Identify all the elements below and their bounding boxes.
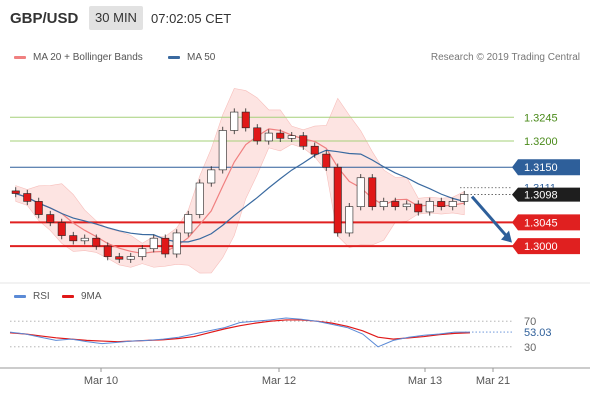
forecast-arrow (470, 195, 512, 243)
candle-body (149, 237, 158, 250)
x-tick-label: Mar 13 (408, 375, 442, 387)
rsi-line (9, 317, 470, 348)
candle-body (207, 169, 216, 184)
candle-body (46, 214, 55, 223)
candle-body (287, 135, 296, 139)
candle-body (368, 177, 377, 207)
candle-body (34, 201, 43, 215)
level-tag-1.3150: 1.3150 (512, 159, 580, 176)
candle-body (437, 201, 446, 207)
candle-body (310, 145, 319, 155)
candle-body (11, 190, 20, 194)
candle-body (460, 194, 469, 202)
candle-body (241, 111, 250, 129)
x-tick-label: Mar 12 (262, 375, 296, 387)
level-tag-1.3000: 1.3000 (512, 238, 580, 255)
x-tick-label: Mar 21 (476, 375, 510, 387)
candle-body (379, 201, 388, 207)
x-tick-label: Mar 10 (84, 375, 118, 387)
candle (345, 202, 354, 237)
candle (333, 163, 342, 237)
candle-body (138, 248, 147, 257)
level-tag-1.3200: 1.3200 (514, 132, 580, 149)
candle-body (218, 130, 227, 171)
candle-body (161, 237, 170, 255)
candle-body (391, 201, 400, 207)
candle-body (115, 256, 124, 260)
candle-body (230, 111, 239, 131)
candle (368, 174, 377, 211)
candle (172, 229, 181, 258)
candle-body (345, 206, 354, 234)
candle (241, 108, 250, 132)
candle-body (172, 232, 181, 255)
candle-body (195, 182, 204, 215)
forecast-arrow-shaft (470, 195, 509, 238)
candle-body (126, 256, 135, 260)
level-tag-1.3045: 1.3045 (512, 214, 580, 231)
candle-body (322, 153, 331, 168)
candle-body (414, 203, 423, 213)
candle-body (299, 135, 308, 147)
current-price-text: 1.3098 (524, 190, 558, 202)
level-tag-text: 1.3150 (524, 162, 558, 174)
candle-body (184, 214, 193, 234)
candle-body (57, 222, 66, 236)
level-tag-text: 1.3045 (524, 217, 558, 229)
candle-body (23, 193, 32, 202)
candle-body (448, 201, 457, 207)
candle-body (356, 177, 365, 207)
candle-body (80, 237, 89, 242)
candle-body (253, 127, 262, 142)
rsi-current-label: 53.03 (524, 327, 552, 339)
candle (230, 108, 239, 135)
candle-body (333, 166, 342, 234)
candle (195, 179, 204, 219)
level-tag-text: 1.3000 (524, 241, 558, 253)
candle (161, 234, 170, 258)
candle (218, 126, 227, 174)
candle (356, 174, 365, 211)
level-tag-1.3245: 1.3245 (514, 109, 580, 126)
candle-body (264, 132, 273, 142)
candle-body (402, 203, 411, 207)
candle-body (425, 201, 434, 213)
candle-body (103, 245, 112, 257)
rsi-level-label-30: 30 (524, 342, 536, 354)
candle-body (69, 235, 78, 242)
candle-body (92, 237, 101, 247)
price-chart[interactable]: 1.32451.32001.31501.30451.30001.31111.30… (0, 0, 590, 400)
candle-body (276, 132, 285, 139)
candle (184, 210, 193, 237)
level-tag-text: 1.3200 (524, 136, 558, 148)
level-tag-text: 1.3245 (524, 112, 558, 124)
current-price-tag: 1.3098 (512, 187, 580, 202)
